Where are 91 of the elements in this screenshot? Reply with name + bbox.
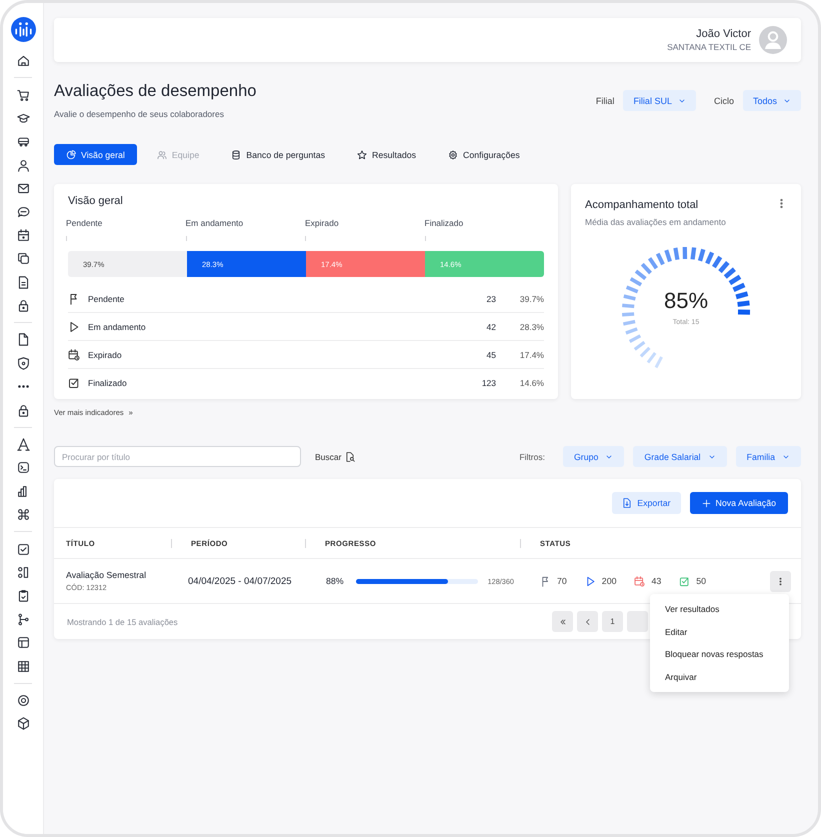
status-label: Pendente <box>88 294 126 304</box>
search-button[interactable]: Buscar <box>309 450 362 462</box>
page-subtitle: Avalie o desempenho de seus colaboradores <box>54 109 225 119</box>
dropdown[interactable]: Filial SUL <box>623 90 696 111</box>
filter-dropdown[interactable]: Familia <box>736 446 801 467</box>
shield-icon[interactable] <box>16 356 30 370</box>
progress-percent: 88% <box>326 576 344 586</box>
mail-icon[interactable] <box>16 182 30 196</box>
user-icon[interactable] <box>16 158 30 172</box>
home-icon[interactable] <box>16 54 30 68</box>
car-icon[interactable] <box>16 135 30 148</box>
gauge-value: 85% <box>664 288 708 314</box>
chat-icon[interactable] <box>16 206 30 219</box>
status-count: 123 <box>482 378 496 388</box>
pagination-summary: Mostrando 1 de 15 avaliações <box>67 616 178 626</box>
status-percent: 39.7% <box>518 294 544 304</box>
status-percent: 28.3% <box>518 322 544 332</box>
font-icon[interactable] <box>16 438 30 452</box>
status-label: Finalizado <box>88 378 128 388</box>
page-title: Avaliações de desempenho <box>54 82 256 101</box>
calendar-clock-icon <box>634 576 646 586</box>
status-count: 23 <box>486 294 496 304</box>
checkbox-icon <box>68 376 80 388</box>
menu-item[interactable]: Arquivar <box>650 666 789 688</box>
lock-icon[interactable] <box>16 404 30 417</box>
command-icon[interactable] <box>16 508 30 522</box>
cart-icon[interactable] <box>16 88 30 102</box>
status-count: 45 <box>486 350 496 360</box>
search-icon <box>345 452 356 462</box>
branch-icon[interactable] <box>16 612 30 626</box>
menu-item[interactable]: Editar <box>650 620 789 643</box>
tab[interactable]: Banco de perguntas <box>219 144 338 165</box>
checkbox-icon <box>679 576 690 586</box>
period-cell-text: 04/04/2025 - 04/07/2025 <box>187 576 293 586</box>
play-icon <box>584 576 596 586</box>
cube-icon[interactable] <box>16 717 30 730</box>
company-name: SANTANA TEXTIL CE <box>667 42 751 52</box>
dropdown[interactable]: Todos <box>742 90 801 111</box>
list-icon[interactable] <box>16 566 30 579</box>
clipboard-icon[interactable] <box>16 589 30 602</box>
plus-icon <box>702 498 711 508</box>
graduation-cap-icon[interactable] <box>16 112 30 125</box>
menu-item[interactable]: Bloquear novas respostas <box>650 643 789 666</box>
search-field[interactable]: Procurar por título <box>54 446 301 467</box>
filter-dropdown[interactable]: Grupo <box>562 446 624 467</box>
card-title: Acompanhamento total <box>585 199 698 211</box>
export-icon <box>622 498 632 508</box>
status-count: 200 <box>602 576 616 586</box>
user-name: João Victor <box>695 28 751 40</box>
status-label: Em andamento <box>88 322 147 332</box>
bar-chart-icon[interactable] <box>16 484 30 498</box>
table-icon[interactable] <box>16 660 30 673</box>
card-title: Visão geral <box>68 195 124 207</box>
star-icon <box>357 150 368 160</box>
new-evaluation-button[interactable]: Nova Avaliação <box>690 492 788 514</box>
tab[interactable]: Visão geral <box>54 144 137 165</box>
terminal-icon[interactable] <box>16 461 30 474</box>
status-count: 70 <box>557 576 567 586</box>
copy-icon[interactable] <box>16 252 30 266</box>
menu-item[interactable]: Ver resultados <box>650 598 789 620</box>
card-subtitle: Média das avaliações em andamento <box>585 217 727 227</box>
status-count: 42 <box>486 322 496 332</box>
page-button[interactable]: 1 <box>602 611 623 632</box>
calendar-icon[interactable] <box>16 228 30 242</box>
filters-label: Filtros: <box>519 452 545 462</box>
status-label: Expirado <box>88 350 123 360</box>
tab[interactable]: Resultados <box>345 144 428 165</box>
status-percent: 14.6% <box>518 378 544 388</box>
filter-dropdown[interactable]: Grade Salarial <box>633 446 727 467</box>
status-count: 43 <box>651 576 662 586</box>
layout-icon[interactable] <box>16 636 30 650</box>
selector-label: Filial <box>596 96 614 106</box>
calendar-clock-icon <box>68 348 80 360</box>
selector-label: Ciclo <box>714 96 734 106</box>
database-icon <box>231 150 242 160</box>
tab[interactable]: Configurações <box>436 144 532 165</box>
checkbox-icon[interactable] <box>16 542 30 556</box>
lock-icon[interactable] <box>16 299 30 312</box>
document-icon[interactable] <box>16 276 30 289</box>
evaluation-title: Avaliação Semestral <box>66 570 148 580</box>
pie-chart-icon <box>66 150 76 160</box>
logo-icon[interactable] <box>10 17 36 42</box>
chevron-left-icon <box>584 618 592 626</box>
users-icon <box>156 150 167 160</box>
status-count: 50 <box>696 576 706 586</box>
play-icon <box>68 320 80 332</box>
file-icon[interactable] <box>16 333 30 346</box>
status-percent: 17.4% <box>518 350 544 360</box>
export-button[interactable]: Exportar <box>612 492 681 514</box>
flag-icon <box>540 576 551 586</box>
double-chevron-left-icon <box>558 618 566 626</box>
